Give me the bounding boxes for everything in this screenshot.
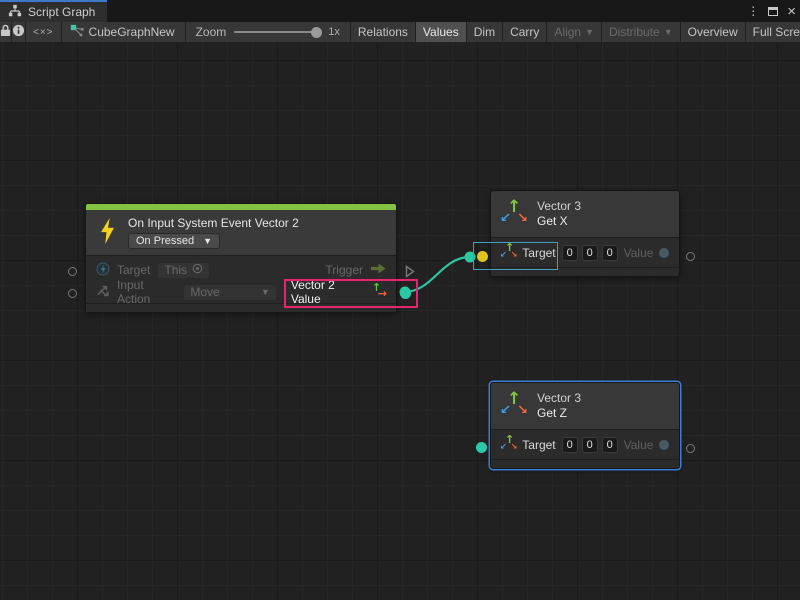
target-label: Target [117, 263, 150, 277]
caret-down-icon: ▼ [203, 236, 212, 246]
zoom-control: Zoom 1x [186, 22, 351, 42]
graph-breadcrumb-button[interactable]: CubeGraphNew [62, 22, 186, 42]
lock-icon [0, 24, 11, 40]
connection-wire [0, 42, 800, 600]
align-label: Align [554, 25, 581, 39]
input-action-label: Input Action [117, 278, 176, 306]
getx-vector-fields: 0 0 0 [562, 245, 618, 261]
target-this-label: This [164, 263, 187, 277]
close-icon[interactable]: × [787, 4, 796, 19]
vector3-icon: ↑↙↘ [501, 392, 527, 420]
trigger-output-port[interactable] [405, 265, 415, 281]
relations-button[interactable]: Relations [351, 22, 416, 42]
fullscreen-button[interactable]: Full Scre [746, 22, 800, 42]
maximize-icon[interactable] [768, 7, 778, 16]
script-graph-window: Script Graph ⋮ × <×> CubeGraphNew [0, 0, 800, 600]
code-preview-button[interactable]: <×> [26, 22, 62, 42]
event-node-body: Target This Trigger [86, 256, 396, 312]
getz-vector-fields: 0 0 0 [562, 437, 618, 453]
node-on-input-system-event[interactable]: On Input System Event Vector 2 On Presse… [85, 203, 397, 313]
object-picker-icon [192, 263, 203, 277]
node-vector3-get-z[interactable]: ↑↙↘ Vector 3 Get Z ↑↙↘ Target 0 0 0 Valu… [490, 382, 680, 469]
caret-down-icon: ▼ [261, 287, 270, 297]
carry-button[interactable]: Carry [503, 22, 547, 42]
lightning-bolt-icon [98, 218, 117, 247]
tab-title: Script Graph [28, 5, 95, 19]
zoom-slider[interactable] [234, 31, 320, 33]
getx-target-input-port[interactable] [477, 251, 488, 262]
getx-target-label: Target [522, 246, 555, 260]
getx-z-field[interactable]: 0 [602, 245, 618, 261]
overview-button[interactable]: Overview [681, 22, 746, 42]
info-icon [12, 24, 25, 40]
vector3-icon-small: ↑↙↘ [501, 245, 516, 261]
getz-node-footer [491, 459, 679, 468]
lock-button[interactable] [0, 22, 12, 42]
input-action-dropdown[interactable]: Move ▼ [183, 284, 276, 301]
info-button[interactable] [12, 22, 26, 42]
distribute-button[interactable]: Distribute ▼ [602, 22, 681, 42]
trigger-label: Trigger [325, 263, 363, 277]
align-button[interactable]: Align ▼ [547, 22, 602, 42]
caret-down-icon: ▼ [664, 27, 673, 37]
vector3-icon: ↑↙↘ [501, 200, 527, 228]
distribute-label: Distribute [609, 25, 660, 39]
caret-down-icon: ▼ [585, 27, 594, 37]
graph-asset-icon [70, 24, 84, 41]
vector3-icon-small: ↑↙↘ [501, 437, 516, 453]
getz-x-field[interactable]: 0 [562, 437, 578, 453]
getx-y-field[interactable]: 0 [582, 245, 598, 261]
zoom-slider-handle[interactable] [311, 27, 322, 38]
getx-value-port-dot [659, 248, 669, 258]
vector2-value-output-port[interactable] [400, 288, 411, 299]
getz-type-label: Vector 3 [537, 391, 581, 406]
input-action-row: Input Action Move ▼ Vector 2 Value ↑→ [86, 281, 396, 303]
kebab-menu-icon[interactable]: ⋮ [747, 5, 759, 17]
event-node-header: On Input System Event Vector 2 On Presse… [86, 210, 396, 256]
graph-canvas[interactable]: On Input System Event Vector 2 On Presse… [0, 42, 800, 600]
vector2-value-label: Vector 2 Value [291, 278, 364, 306]
getx-node-footer [491, 267, 679, 276]
event-node-title: On Input System Event Vector 2 [128, 216, 299, 230]
getx-type-label: Vector 3 [537, 199, 581, 214]
getz-node-header: ↑↙↘ Vector 3 Get Z [491, 383, 679, 430]
input-action-icon [96, 284, 110, 300]
event-mode-dropdown[interactable]: On Pressed ▼ [128, 233, 220, 249]
getz-name-label: Get Z [537, 406, 581, 421]
input-action-input-port[interactable] [68, 289, 77, 298]
target-this-field[interactable]: This [157, 262, 210, 279]
event-mode-label: On Pressed [136, 235, 194, 247]
getz-y-field[interactable]: 0 [582, 437, 598, 453]
trigger-arrow-icon [370, 263, 386, 277]
input-action-value: Move [190, 285, 219, 299]
getz-target-label: Target [522, 438, 555, 452]
getz-value-output-port[interactable] [686, 444, 695, 453]
node-vector3-get-x[interactable]: ↑↙↘ Vector 3 Get X ↑↙↘ Target 0 0 0 Valu… [490, 190, 680, 277]
getz-value-label: Value [624, 438, 654, 452]
tab-script-graph[interactable]: Script Graph [0, 0, 107, 22]
zoom-label: Zoom [196, 25, 227, 39]
vector2-icon: ↑→ [371, 284, 386, 300]
getx-name-label: Get X [537, 214, 581, 229]
graph-name: CubeGraphNew [89, 25, 175, 39]
graph-hierarchy-icon [8, 4, 22, 21]
getx-node-header: ↑↙↘ Vector 3 Get X [491, 191, 679, 238]
getz-target-input-port[interactable] [476, 442, 487, 453]
tab-bar: Script Graph ⋮ × [0, 0, 800, 22]
getx-target-row: ↑↙↘ Target 0 0 0 Value [491, 238, 679, 267]
values-button[interactable]: Values [416, 22, 467, 42]
getz-z-field[interactable]: 0 [602, 437, 618, 453]
getx-value-label: Value [624, 246, 654, 260]
target-input-port[interactable] [68, 267, 77, 276]
zoom-value: 1x [328, 26, 340, 38]
graph-toolbar: <×> CubeGraphNew Zoom 1x Relations Value… [0, 22, 800, 42]
window-controls: ⋮ × [747, 0, 796, 22]
event-unit-icon [96, 262, 110, 279]
getz-value-port-dot [659, 440, 669, 450]
getz-target-row: ↑↙↘ Target 0 0 0 Value [491, 430, 679, 459]
getx-value-output-port[interactable] [686, 252, 695, 261]
dim-button[interactable]: Dim [467, 22, 503, 42]
getx-x-field[interactable]: 0 [562, 245, 578, 261]
